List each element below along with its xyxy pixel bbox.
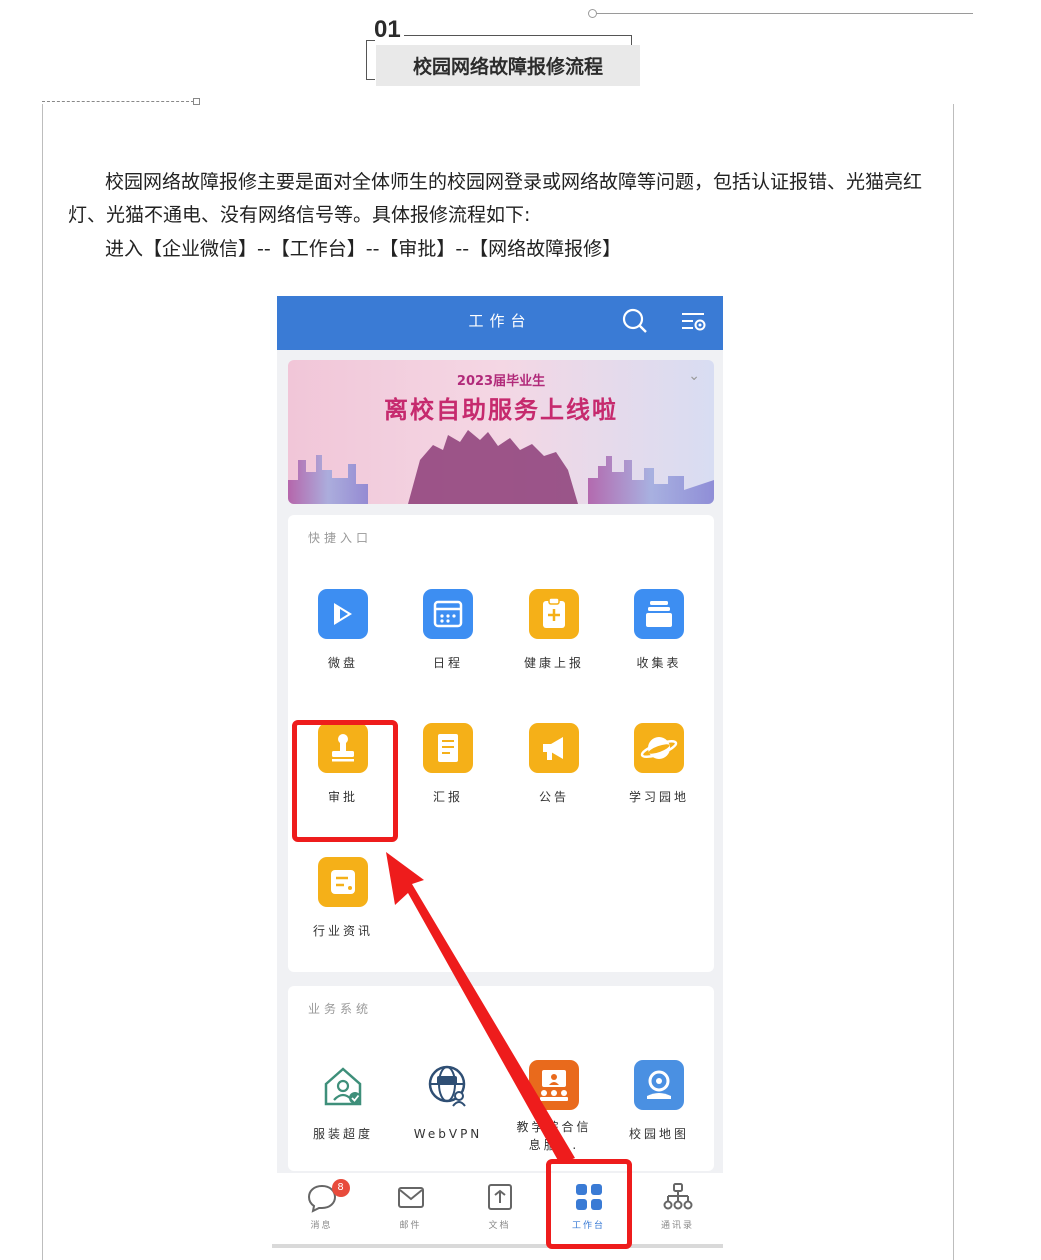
red-arrow-icon: [386, 852, 575, 1164]
